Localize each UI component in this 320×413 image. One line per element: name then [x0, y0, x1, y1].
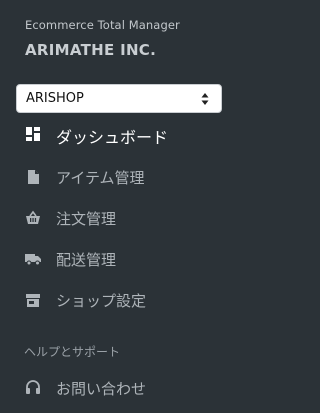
nav-label-shop-settings: ショップ設定: [56, 292, 147, 310]
nav-item-items[interactable]: アイテム管理: [0, 157, 240, 197]
sidebar: Ecommerce Total Manager ARIMATHE INC. AR…: [0, 0, 240, 413]
headset-icon: [26, 380, 40, 394]
nav-label-items: アイテム管理: [56, 169, 145, 187]
shopping-basket-icon: [26, 210, 40, 224]
company-name: ARIMATHE INC.: [25, 41, 157, 59]
dashboard-icon: [26, 127, 40, 141]
nav-label-shipping: 配送管理: [56, 251, 117, 269]
store-select[interactable]: ARISHOP: [16, 84, 222, 113]
nav-label-dashboard: ダッシュボード: [56, 128, 169, 147]
nav-label-orders: 注文管理: [56, 210, 117, 228]
nav-item-orders[interactable]: 注文管理: [0, 198, 240, 238]
help-section-title: ヘルプとサポート: [24, 345, 121, 359]
store-icon: [26, 294, 40, 307]
contact-label: お問い合わせ: [56, 380, 147, 398]
select-caret-icon: [201, 93, 209, 105]
nav-item-shipping[interactable]: 配送管理: [0, 239, 240, 279]
store-select-value: ARISHOP: [26, 91, 84, 106]
app-name: Ecommerce Total Manager: [25, 18, 180, 32]
nav-item-shop-settings[interactable]: ショップ設定: [0, 280, 240, 320]
truck-icon: [25, 254, 41, 266]
nav-item-dashboard[interactable]: ダッシュボード: [0, 114, 240, 154]
nav-item-contact[interactable]: お問い合わせ: [0, 368, 240, 408]
file-icon: [28, 170, 39, 184]
